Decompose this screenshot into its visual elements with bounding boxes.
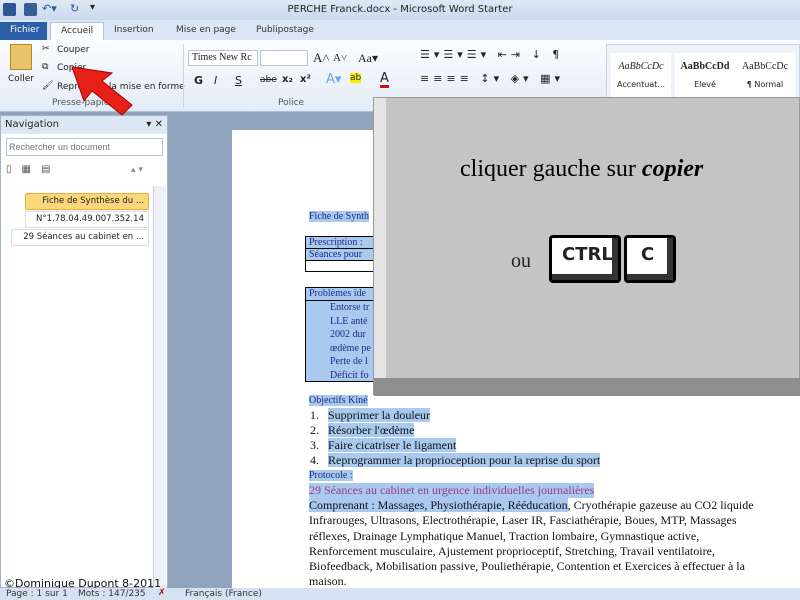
paste-icon[interactable] <box>10 44 32 70</box>
nav-scrollbar[interactable] <box>153 186 166 588</box>
overlay-bevel-left <box>374 98 386 396</box>
tab-insertion[interactable]: Insertion <box>104 22 164 40</box>
nav-heading-item[interactable]: Fiche de Synthèse du ... <box>25 193 149 210</box>
tab-mise-en-page[interactable]: Mise en page <box>166 22 246 40</box>
font-size-combo[interactable] <box>260 50 308 66</box>
group-divider <box>183 44 184 108</box>
title-bar: ↶▾ ↻ ▾ PERCHE Franck.docx - Microsoft Wo… <box>0 0 800 20</box>
cut-button[interactable]: Couper <box>57 45 89 55</box>
font-name-combo[interactable]: Times New Rc <box>188 50 258 66</box>
shrink-font-icon[interactable]: A˅ <box>333 52 347 64</box>
grow-font-icon[interactable]: A˄ <box>313 50 330 66</box>
c-key-icon: C <box>624 235 676 283</box>
font-group-label: Police <box>278 98 305 108</box>
scissors-icon: ✂ <box>42 44 50 54</box>
instruction-overlay: cliquer gauche sur copier ou CTRL C <box>373 97 800 396</box>
browse-tabs-icons[interactable]: ▯▦▤ <box>6 164 60 175</box>
status-bar: Page : 1 sur 1 Mots : 147/235 ✗ Français… <box>0 588 800 600</box>
window-title: PERCHE Franck.docx - Microsoft Word Star… <box>287 4 513 15</box>
list-icons[interactable]: ☰▾☰▾☰▾ ⇤⇥ ↓ ¶ <box>420 48 563 61</box>
navigation-pane: Navigation ▾ ✕ ▯▦▤ ▴ ▾ Fiche de Synthèse … <box>0 115 168 588</box>
overlay-bevel-bottom <box>374 378 800 396</box>
prev-next-icons[interactable]: ▴ ▾ <box>131 165 143 175</box>
nav-heading-item[interactable]: 29 Séances au cabinet en ... <box>11 229 149 246</box>
text-effects-icon[interactable]: A▾ <box>326 72 341 87</box>
superscript-button[interactable]: x² <box>300 74 311 85</box>
tab-fichier[interactable]: Fichier <box>0 22 47 40</box>
objectives-title: Objectifs Kiné <box>309 395 368 406</box>
protocol-title: Protocole : <box>309 470 353 481</box>
tab-accueil[interactable]: Accueil <box>50 22 105 40</box>
subscript-button[interactable]: x₂ <box>282 74 293 85</box>
proofing-icon[interactable]: ✗ <box>158 588 166 598</box>
format-painter-icon: 🖌 <box>42 81 54 91</box>
highlight-icon[interactable]: ab <box>350 73 362 83</box>
search-document-input[interactable] <box>6 138 163 156</box>
alignment-icons[interactable]: ≡≡≡≡ ↕▾ ◈▾ ▦▾ <box>420 72 564 85</box>
change-case-icon[interactable]: Aa▾ <box>358 51 378 66</box>
status-words[interactable]: Mots : 147/235 <box>78 589 146 599</box>
ribbon-tabs: Fichier Accueil Insertion Mise en page P… <box>0 20 800 40</box>
overlay-instruction: cliquer gauche sur copier <box>460 156 704 182</box>
status-language[interactable]: Français (France) <box>185 589 262 599</box>
overlay-or: ou <box>511 250 531 272</box>
bold-button[interactable]: G <box>194 74 203 87</box>
nav-heading-item[interactable]: N°1.78.04.49.007.352.14 <box>25 211 149 228</box>
red-arrow-icon <box>71 66 133 116</box>
font-color-icon[interactable]: A <box>380 72 389 88</box>
protocol-line: 29 Séances au cabinet en urgence individ… <box>309 483 595 498</box>
paste-button[interactable]: Coller <box>8 74 34 84</box>
tab-publipostage[interactable]: Publipostage <box>246 22 324 40</box>
close-pane-icon[interactable]: ▾ ✕ <box>146 119 163 130</box>
copy-icon: ⧉ <box>42 62 49 72</box>
status-page[interactable]: Page : 1 sur 1 <box>6 589 68 599</box>
objectives-list: 1. Supprimer la douleur 2. Résorber l'œd… <box>310 408 601 467</box>
ctrl-key-icon: CTRL <box>549 235 621 283</box>
navigation-title: Navigation <box>5 119 59 130</box>
protocol-body: Comprenant : Massages, Physiothérapie, R… <box>309 498 754 589</box>
doc-heading: Fiche de Synth <box>309 211 369 222</box>
italic-button[interactable]: I <box>214 74 217 87</box>
strikethrough-button[interactable]: abe <box>260 75 277 85</box>
underline-button[interactable]: S <box>235 74 242 87</box>
